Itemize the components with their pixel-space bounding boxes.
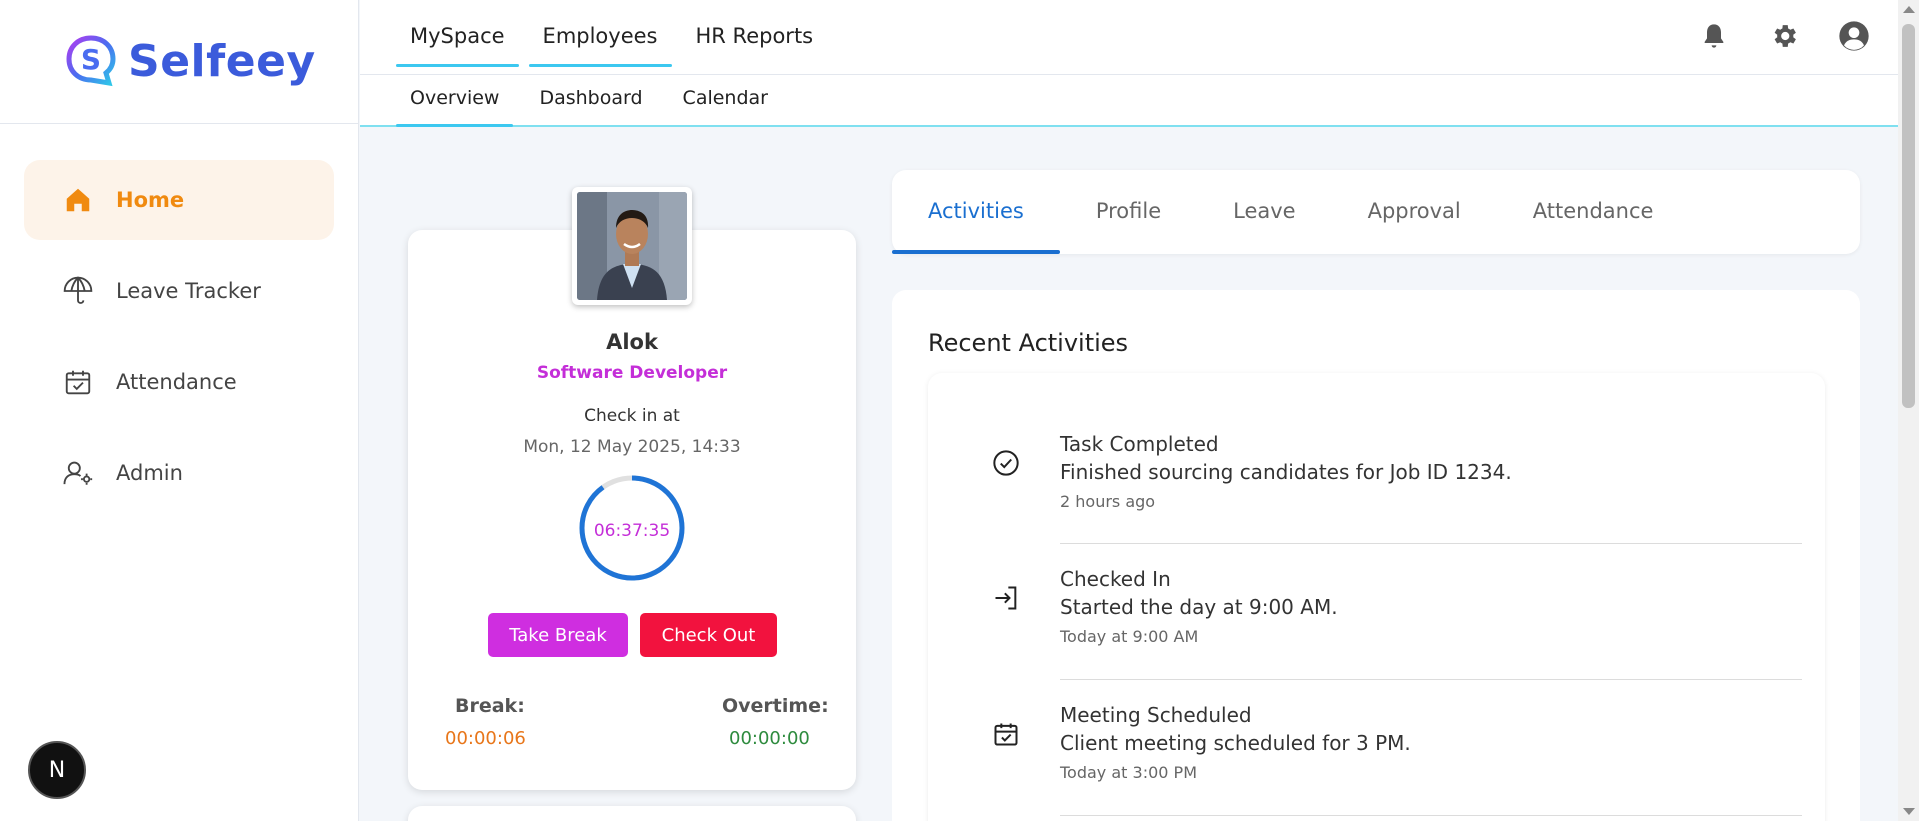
umbrella-icon [62,275,94,307]
checkin-label: Check in at [584,406,680,426]
n-badge[interactable]: N [28,741,86,799]
scroll-up-arrow[interactable] [1903,6,1915,13]
sidebar-nav: Home Leave Tracker Attendance Admin [0,124,358,513]
account-icon[interactable] [1836,18,1872,54]
logo-text: Selfeey [128,36,316,87]
list-item: Checked In Started the day at 9:00 AM. T… [1060,567,1802,646]
user-gear-icon [62,457,94,489]
sidebar-item-label: Attendance [116,370,237,394]
sidebar-item-leave-tracker[interactable]: Leave Tracker [24,251,334,331]
sidebar-item-label: Home [116,188,185,212]
divider [1060,815,1802,816]
logo-icon: S [64,33,118,91]
sidebar-item-home[interactable]: Home [24,160,334,240]
activity-title: Meeting Scheduled [1060,703,1252,727]
divider [1060,679,1802,680]
tab-hr-reports[interactable]: HR Reports [682,0,828,75]
checkin-time: Mon, 12 May 2025, 14:33 [523,437,741,457]
avatar [572,187,692,305]
sidebar-item-attendance[interactable]: Attendance [24,342,334,422]
timer-text: 06:37:35 [593,521,671,541]
break-value: 00:00:06 [445,728,526,749]
top-navbar: MySpace Employees HR Reports [360,0,1898,75]
list-item: Task Completed Finished sourcing candida… [1060,432,1802,511]
activity-time: Today at 3:00 PM [1060,763,1197,782]
tab-leave[interactable]: Leave [1197,170,1331,254]
svg-text:S: S [81,43,101,76]
activity-title: Checked In [1060,567,1171,591]
scroll-thumb[interactable] [1902,24,1915,408]
sidebar: S Selfeey Home Leave Tracker Attendance [0,0,359,821]
tab-attendance[interactable]: Attendance [1497,170,1690,254]
sidebar-item-label: Admin [116,461,183,485]
scrollbar[interactable] [1898,0,1919,821]
calendar-check-icon [990,718,1022,750]
tab-employees[interactable]: Employees [528,0,672,75]
break-label: Break: [455,695,525,717]
logo[interactable]: S Selfeey [0,0,358,124]
bell-icon[interactable] [1696,18,1732,54]
tab-activities[interactable]: Activities [892,170,1060,254]
overtime-value: 00:00:00 [729,728,810,749]
tab-approval[interactable]: Approval [1332,170,1497,254]
secondary-card [408,806,856,821]
tab-myspace[interactable]: MySpace [396,0,519,75]
divider [1060,543,1802,544]
activity-title: Task Completed [1060,432,1219,456]
activity-desc: Started the day at 9:00 AM. [1060,595,1338,619]
list-item: Meeting Scheduled Client meeting schedul… [1060,703,1802,782]
activities-title: Recent Activities [928,329,1129,357]
home-icon [62,184,94,216]
tab-overview[interactable]: Overview [396,75,514,127]
scroll-down-arrow[interactable] [1903,808,1915,815]
tab-profile[interactable]: Profile [1060,170,1197,254]
employee-name: Alok [606,330,658,354]
tab-calendar[interactable]: Calendar [669,75,782,127]
sidebar-item-label: Leave Tracker [116,279,261,303]
check-out-button[interactable]: Check Out [640,613,777,657]
activity-desc: Finished sourcing candidates for Job ID … [1060,460,1512,484]
sidebar-item-admin[interactable]: Admin [24,433,334,513]
login-icon [990,582,1022,614]
activity-desc: Client meeting scheduled for 3 PM. [1060,731,1411,755]
take-break-button[interactable]: Take Break [488,613,628,657]
tab-dashboard[interactable]: Dashboard [525,75,656,127]
sub-navbar: Overview Dashboard Calendar [360,75,1898,127]
content-tabs-card: Activities Profile Leave Approval Attend… [892,170,1860,254]
overtime-label: Overtime: [722,695,829,717]
calendar-check-icon [62,366,94,398]
check-circle-icon [990,447,1022,479]
gear-icon[interactable] [1766,18,1802,54]
employee-role: Software Developer [536,363,728,383]
activity-time: Today at 9:00 AM [1060,627,1199,646]
activity-time: 2 hours ago [1060,492,1156,511]
